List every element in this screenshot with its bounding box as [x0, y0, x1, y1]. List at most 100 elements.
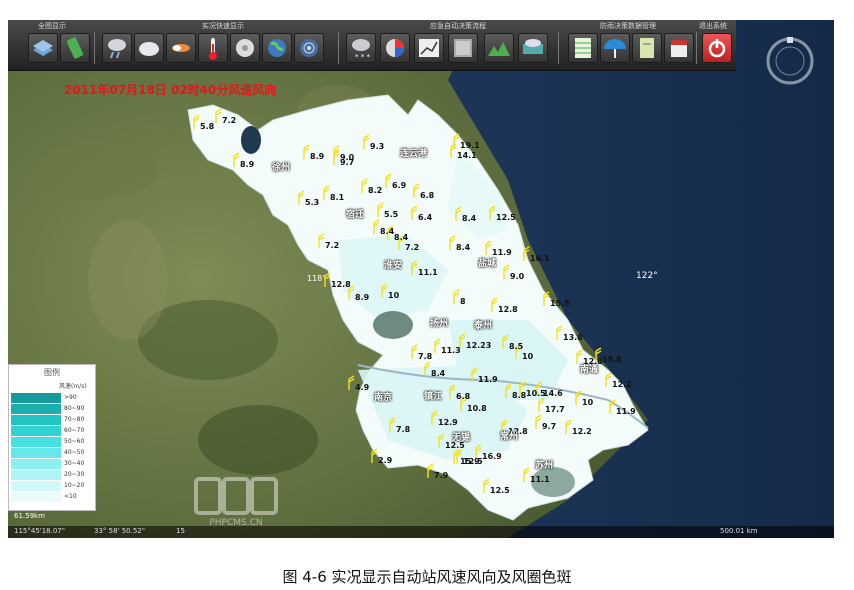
station-value: 12.23: [466, 341, 492, 350]
wind-barb-shape: [371, 448, 378, 463]
legend-row: 30~40: [11, 459, 93, 469]
wind-barb-shape: [427, 463, 434, 478]
wind-barb: [502, 334, 509, 349]
wind-barb: [324, 272, 331, 287]
station-value: 19.1: [460, 141, 480, 150]
city-label: 无锡: [452, 433, 471, 443]
city-label: 镇江: [424, 392, 443, 402]
wind-barb: [233, 152, 240, 167]
city-label: 泰州: [474, 321, 493, 331]
station-value: 8.4: [456, 243, 471, 252]
legend-swatch: [11, 437, 61, 447]
legend-label: 70~80: [64, 416, 85, 423]
wind-barb: [371, 448, 378, 463]
legend-swatch: [11, 448, 61, 458]
wind-barb-shape: [233, 152, 240, 167]
wind-barb-shape: [348, 375, 355, 390]
wind-barb-shape: [413, 183, 420, 198]
legend-swatch: [11, 404, 61, 414]
city-label: 徐州: [272, 163, 291, 173]
station-value: 8.5: [509, 342, 524, 351]
station-value: 8: [460, 297, 466, 306]
station-value: 10.8: [467, 404, 487, 413]
wind-barb: [323, 185, 330, 200]
legend-row: >90: [11, 393, 93, 403]
legend-row: 20~30: [11, 470, 93, 480]
station-value: 10: [388, 291, 400, 300]
station-value: 5.3: [305, 198, 320, 207]
legend-swatch: [11, 426, 61, 436]
station-value: 17.7: [545, 405, 565, 414]
city-label: 宿迁: [346, 210, 365, 220]
city-label: 南京: [374, 393, 393, 403]
wind-barb-shape: [535, 414, 542, 429]
station-value: 14.6: [543, 389, 563, 398]
station-value: 8.4: [462, 214, 477, 223]
wind-barb-shape: [459, 333, 466, 348]
station-value: 9.7: [542, 422, 557, 431]
station-value: 11.9: [478, 375, 498, 384]
legend-label: >90: [64, 394, 77, 401]
legend-label: 20~30: [64, 471, 85, 478]
wind-barb-shape: [483, 478, 490, 493]
station-value: 11.1: [530, 475, 550, 484]
wind-barb: [605, 372, 612, 387]
wind-barb: [363, 134, 370, 149]
station-value: 6.8: [420, 191, 435, 200]
station-value: 13.8: [563, 333, 583, 342]
figure-caption: 图 4-6 实况显示自动站风速风向及风圈色斑: [282, 568, 572, 586]
station-value: 12.8: [498, 305, 518, 314]
city-label: 淮安: [384, 261, 403, 271]
wind-barb: [503, 264, 510, 279]
wind-barb-shape: [503, 264, 510, 279]
wind-barb-shape: [318, 233, 325, 248]
city-label: 连云港: [400, 149, 428, 159]
wind-barb-shape: [411, 205, 418, 220]
station-value: 6.8: [456, 392, 471, 401]
station-value: 2.9: [378, 456, 393, 465]
wind-barb-shape: [543, 291, 550, 306]
legend-label: <10: [64, 493, 77, 500]
wind-barb-shape: [605, 372, 612, 387]
wind-barb-shape: [538, 397, 545, 412]
station-value: 8.1: [330, 193, 345, 202]
wind-barb: [556, 325, 563, 340]
wind-barb: [438, 433, 445, 448]
station-value: 7.8: [418, 352, 433, 361]
station-value: 9.7: [340, 158, 355, 167]
legend-row: 40~50: [11, 448, 93, 458]
wind-barb: [459, 333, 466, 348]
coord-longitude: 115°45'18.07": [14, 527, 65, 535]
station-value: 4.9: [355, 383, 370, 392]
wind-barb: [453, 289, 460, 304]
station-value: 7.2: [222, 116, 237, 125]
wind-barb: [377, 202, 384, 217]
wind-barb-shape: [324, 272, 331, 287]
wind-barb-shape: [385, 173, 392, 188]
station-value: 14.1: [457, 151, 477, 160]
wind-barb: [348, 375, 355, 390]
legend-row: 70~80: [11, 415, 93, 425]
wind-barb-shape: [303, 144, 310, 159]
station-value: 7.8: [396, 425, 411, 434]
wind-barb: [361, 178, 368, 193]
station-value: 16.9: [482, 452, 502, 461]
station-value: 15.5: [550, 299, 570, 308]
legend-label: 80~90: [64, 405, 85, 412]
city-label: 苏州: [535, 461, 554, 471]
wind-barb: [411, 260, 418, 275]
station-value: 8.9: [310, 152, 325, 161]
wind-barb: [609, 399, 616, 414]
station-value: 6.4: [418, 213, 433, 222]
station-value: 8.4: [394, 233, 409, 242]
station-value: 8.2: [368, 186, 383, 195]
wind-barb: [427, 463, 434, 478]
wind-barb: [449, 384, 456, 399]
wind-barb-shape: [449, 235, 456, 250]
wind-barb-shape: [485, 240, 492, 255]
station-value: 8.4: [380, 227, 395, 236]
wind-barb: [411, 344, 418, 359]
station-value: 11.3: [441, 346, 461, 355]
coord-latitude: 33° 58' 50.52": [94, 527, 145, 535]
wind-barb: [431, 410, 438, 425]
